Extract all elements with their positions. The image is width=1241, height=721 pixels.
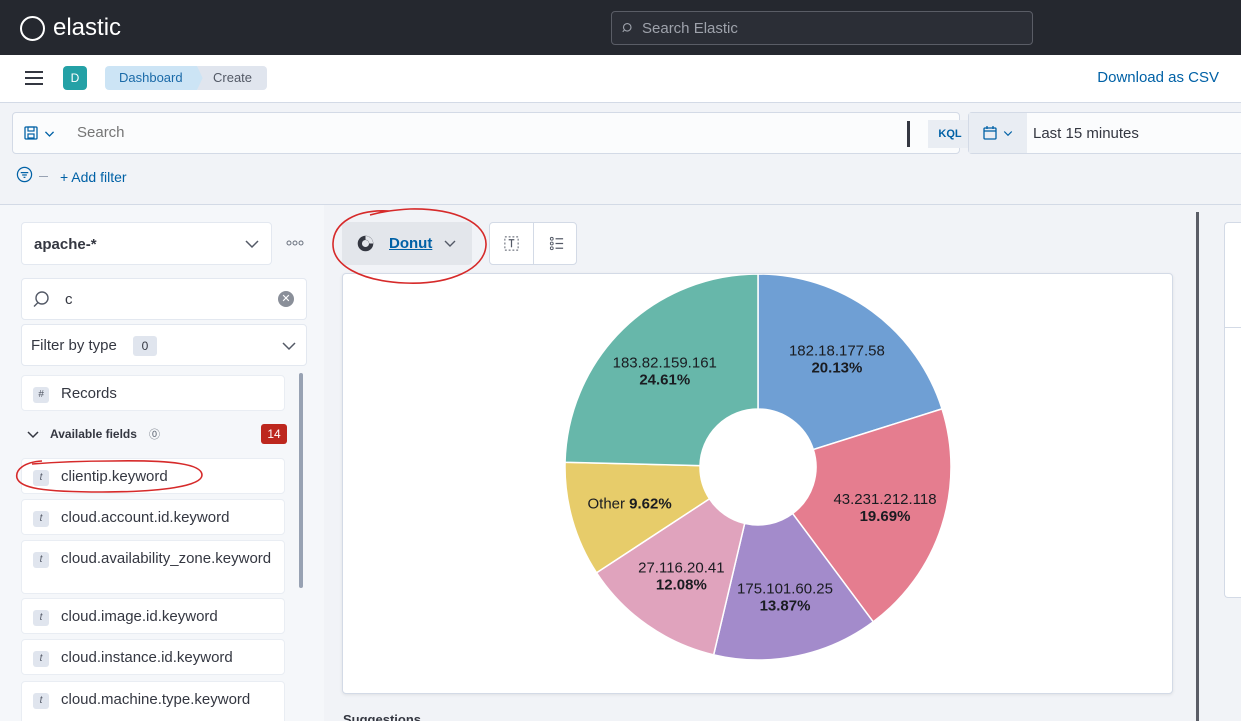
slice-label: 43.231.212.118 xyxy=(833,491,936,508)
filter-by-type-count: 0 xyxy=(133,336,157,356)
string-field-icon: t xyxy=(33,552,49,568)
legend-settings-button[interactable] xyxy=(534,223,578,264)
menu-icon[interactable] xyxy=(25,71,43,85)
field-item-cloud-account-id[interactable]: t cloud.account.id.keyword xyxy=(21,499,285,535)
field-item-records[interactable]: # Records xyxy=(21,375,285,411)
suggestions-heading: Suggestions xyxy=(343,712,422,721)
available-fields-count-badge: 14 xyxy=(261,424,287,444)
index-pattern-value: apache-* xyxy=(34,236,97,253)
string-field-icon: t xyxy=(33,651,49,667)
chart-type-label: Donut xyxy=(389,235,433,252)
chart-panel: 182.18.177.58 20.13% 43.231.212.118 19.69% 1… xyxy=(342,273,1173,694)
field-name: cloud.machine.type.keyword xyxy=(61,691,251,708)
global-search-placeholder: Search Elastic xyxy=(642,19,738,37)
chart-settings-group xyxy=(489,222,577,265)
sidebar-scrollbar[interactable] xyxy=(299,373,303,588)
saved-query-button[interactable] xyxy=(23,125,56,141)
breadcrumb-bar: D Dashboard Create Download as CSV xyxy=(0,55,1241,103)
elastic-logo-icon xyxy=(20,15,45,41)
field-name: cloud.instance.id.keyword xyxy=(61,649,233,666)
kql-language-button[interactable]: KQL xyxy=(928,120,972,148)
query-input[interactable] xyxy=(77,124,897,141)
global-search-input[interactable]: Search Elastic xyxy=(611,11,1033,45)
slice-value: 24.61% xyxy=(639,371,690,388)
query-bar: KQL xyxy=(12,112,972,154)
save-icon xyxy=(24,126,38,140)
text-cursor xyxy=(907,121,910,147)
search-icon xyxy=(622,22,632,33)
chevron-down-icon xyxy=(27,431,39,439)
slice-label: 183.82.159.161 xyxy=(613,354,717,371)
chevron-down-icon xyxy=(245,240,259,249)
slice-label: 182.18.177.58 xyxy=(789,342,885,359)
chevron-down-icon xyxy=(444,240,456,247)
index-pattern-select[interactable]: apache-* xyxy=(21,222,272,265)
field-name: Records xyxy=(61,385,117,402)
space-avatar[interactable]: D xyxy=(63,66,87,90)
workspace-scrollbar[interactable] xyxy=(1196,212,1199,721)
field-item-cloud-availability-zone[interactable]: t cloud.availability_zone.keyword xyxy=(21,540,285,594)
chevron-down-icon xyxy=(282,342,296,351)
field-item-cloud-machine-type[interactable]: t cloud.machine.type.keyword xyxy=(21,681,285,721)
slice-value: 12.08% xyxy=(656,576,707,593)
filter-by-type-label: Filter by type xyxy=(31,337,117,354)
search-icon xyxy=(33,291,49,307)
filter-divider xyxy=(39,176,48,177)
field-name: cloud.account.id.keyword xyxy=(61,509,230,526)
legend-icon xyxy=(549,236,563,251)
field-item-cloud-image-id[interactable]: t cloud.image.id.keyword xyxy=(21,598,285,634)
top-header: elastic Search Elastic xyxy=(0,0,1241,55)
field-search-box: ✕ xyxy=(21,278,307,320)
slice-label: 175.101.60.25 xyxy=(737,581,833,598)
field-item-cloud-instance-id[interactable]: t cloud.instance.id.keyword xyxy=(21,639,285,675)
string-field-icon: t xyxy=(33,511,49,527)
time-range-label[interactable]: Last 15 minutes xyxy=(1033,125,1139,142)
filter-icon[interactable] xyxy=(16,166,33,183)
string-field-icon: t xyxy=(33,470,49,486)
add-filter-button[interactable]: + Add filter xyxy=(60,169,127,185)
calendar-icon xyxy=(983,126,997,140)
slice-value: 20.13% xyxy=(811,359,862,376)
slice-value: 19.69% xyxy=(860,508,911,525)
field-name: cloud.availability_zone.keyword xyxy=(61,550,272,567)
text-labels-icon xyxy=(504,236,519,251)
field-search-input[interactable] xyxy=(65,291,265,308)
date-quick-menu-button[interactable] xyxy=(969,113,1027,153)
donut-chart-icon xyxy=(357,235,374,252)
chart-type-switcher[interactable]: Donut xyxy=(342,222,472,265)
help-icon[interactable]: ⓪ xyxy=(149,426,160,442)
field-item-clientip[interactable]: t clientip.keyword xyxy=(21,458,285,494)
donut-chart[interactable]: 182.18.177.5820.13% 43.231.212.11819.69% 1… xyxy=(343,273,1174,695)
available-fields-label: Available fields xyxy=(50,427,137,441)
breadcrumb-dashboard[interactable]: Dashboard xyxy=(105,66,205,90)
download-csv-link[interactable]: Download as CSV xyxy=(1097,69,1219,86)
elastic-logo[interactable]: elastic xyxy=(20,14,121,42)
chevron-down-icon xyxy=(44,130,55,137)
field-name: cloud.image.id.keyword xyxy=(61,608,218,625)
config-panel-edge xyxy=(1224,222,1241,598)
string-field-icon: t xyxy=(33,693,49,709)
chevron-down-icon xyxy=(1003,131,1013,137)
available-fields-header[interactable]: Available fields ⓪ 14 xyxy=(26,424,288,446)
filter-by-type-button[interactable]: Filter by type 0 xyxy=(21,324,307,366)
string-field-icon: t xyxy=(33,610,49,626)
field-name: clientip.keyword xyxy=(61,468,168,485)
labels-settings-button[interactable] xyxy=(490,223,534,264)
more-options-icon[interactable] xyxy=(286,238,304,248)
slice-label: 27.116.20.41 xyxy=(638,559,724,576)
slice-value: 13.87% xyxy=(760,598,811,615)
breadcrumb-create: Create xyxy=(197,66,267,90)
clear-search-icon[interactable]: ✕ xyxy=(278,291,294,307)
date-picker[interactable]: Last 15 minutes xyxy=(968,112,1241,154)
number-field-icon: # xyxy=(33,387,49,403)
logo-text: elastic xyxy=(53,14,122,41)
slice-label: Other 9.62% xyxy=(587,496,671,513)
